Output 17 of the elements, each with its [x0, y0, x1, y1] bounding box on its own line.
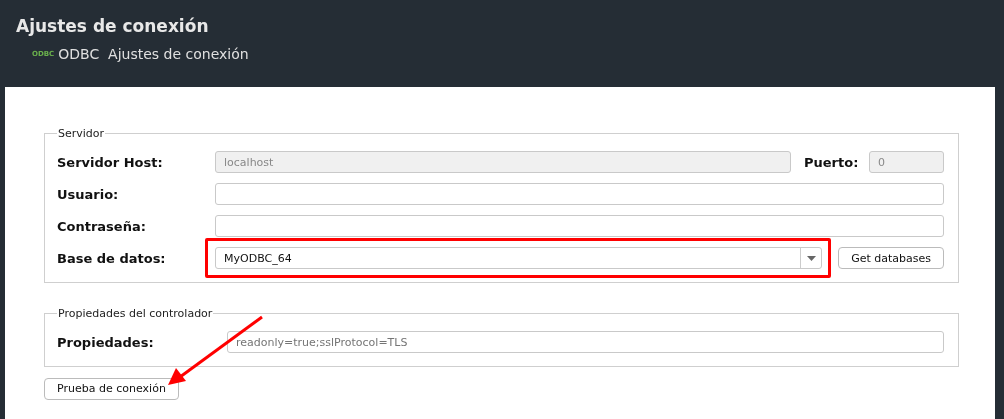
group-legend: Servidor — [57, 127, 106, 140]
field-label: Puerto: — [804, 154, 860, 170]
field-label: Usuario: — [57, 186, 120, 202]
test-connection-button[interactable]: Prueba de conexión — [44, 377, 179, 400]
field-label: Base de datos: — [57, 250, 167, 266]
caret-icon — [806, 255, 816, 261]
get-databases-button[interactable]: Get databases — [838, 247, 944, 269]
properties-field[interactable]: readonly=true;sslProtocol=TLS — [227, 331, 944, 353]
field-label: Servidor Host: — [57, 154, 164, 170]
group-legend: Propiedades del controlador — [57, 307, 214, 320]
user-field[interactable] — [215, 183, 944, 205]
field-label: Contraseña: — [57, 218, 147, 234]
password-field[interactable] — [215, 215, 944, 237]
database-dropdown[interactable]: MyODBC_64 — [215, 247, 823, 269]
subtitle: ODBC Ajustes de conexión — [58, 46, 249, 62]
window-title: Ajustes de conexión — [16, 16, 210, 36]
field-label: Propiedades: — [57, 334, 155, 350]
